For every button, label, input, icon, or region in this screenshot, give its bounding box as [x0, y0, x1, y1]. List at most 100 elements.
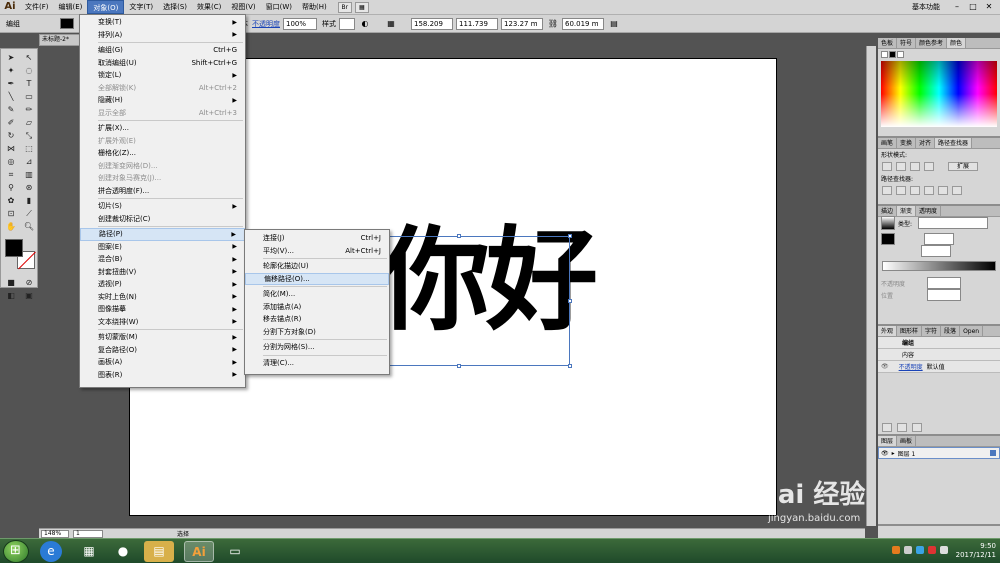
menu-item[interactable]: 图像描摹 ▶: [80, 303, 245, 316]
menu-item[interactable]: 图表(R) ▶: [80, 369, 245, 382]
tab-appearance_tabs-0[interactable]: 外观: [878, 326, 898, 336]
y-input[interactable]: 111.739: [456, 17, 498, 30]
menu-item[interactable]: 添加锚点(A): [245, 301, 389, 314]
crop-button[interactable]: [924, 186, 934, 195]
tab-color_tabs-2[interactable]: 颜色参考: [916, 38, 948, 48]
bridge-button[interactable]: Br: [337, 1, 352, 13]
menu-2[interactable]: 对象(O): [87, 0, 125, 14]
menu-item[interactable]: 清理(C)...: [245, 357, 389, 370]
menu-item[interactable]: 透视(P) ▶: [80, 278, 245, 291]
gradient-type-select[interactable]: [918, 217, 989, 229]
fill-color-swatch[interactable]: [5, 239, 23, 257]
menu-item[interactable]: 扩展(X)...: [80, 122, 245, 135]
zoom-field[interactable]: 148%: [41, 529, 69, 538]
menu-item[interactable]: 编组(G) Ctrl+G: [80, 44, 245, 57]
minus-front-button[interactable]: [896, 162, 906, 171]
shape-builder-tool-icon[interactable]: ◎: [3, 156, 19, 167]
tiles-taskbar-icon[interactable]: ▦: [74, 541, 104, 562]
tray-clock[interactable]: 9:50 2017/12/11: [956, 542, 996, 560]
menu-item[interactable]: 画板(A) ▶: [80, 356, 245, 369]
menu-0[interactable]: 文件(F): [20, 0, 54, 14]
tab-color_tabs-0[interactable]: 色板: [878, 38, 898, 48]
arrange-docs-button[interactable]: ▦: [354, 1, 369, 13]
fill-swatch[interactable]: [60, 18, 74, 29]
white-swatch[interactable]: [897, 51, 904, 58]
artboard-tool-icon[interactable]: ⊡: [3, 208, 19, 219]
transform-icon[interactable]: ▤: [608, 18, 620, 30]
add-stroke-icon[interactable]: [882, 423, 892, 432]
tab-pathfinder_tabs-3[interactable]: 路径查找器: [935, 138, 973, 148]
eyedropper-tool-icon[interactable]: ⚲: [3, 182, 19, 193]
draw-mode-icon[interactable]: ◧: [3, 290, 19, 301]
rotate-tool-icon[interactable]: ↻: [3, 130, 19, 141]
tab-layers_tabs-1[interactable]: 画板: [897, 436, 917, 446]
menu-item[interactable]: 切片(S) ▶: [80, 200, 245, 213]
width-input[interactable]: 123.27 m: [501, 17, 543, 30]
link-icon[interactable]: ⛓: [547, 18, 559, 30]
menu-item[interactable]: 取消编组(U) Shift+Ctrl+G: [80, 57, 245, 70]
gradient-tool-icon[interactable]: ▥: [21, 169, 37, 180]
menu-item[interactable]: 隐藏(H) ▶: [80, 94, 245, 107]
screen-mode-icon[interactable]: ▣: [21, 290, 37, 301]
slice-tool-icon[interactable]: ⟋: [21, 208, 37, 219]
unite-button[interactable]: [882, 162, 892, 171]
explorer-taskbar-icon[interactable]: ▤: [144, 541, 174, 562]
menu-item[interactable]: 简化(M)...: [245, 288, 389, 301]
gradient-opacity-field[interactable]: [927, 277, 961, 289]
minimize-button[interactable]: –: [950, 1, 964, 13]
tray-settings-icon[interactable]: [904, 546, 912, 554]
tab-gradient_tabs-1[interactable]: 渐变: [897, 206, 917, 216]
pen-tool-icon[interactable]: ✒: [3, 78, 19, 89]
tab-color_tabs-1[interactable]: 符号: [897, 38, 917, 48]
menu-item[interactable]: 分割为网格(S)...: [245, 341, 389, 354]
exclude-button[interactable]: [924, 162, 934, 171]
handle-bottom-center[interactable]: [457, 364, 461, 368]
color-mode-icon[interactable]: ■: [3, 277, 19, 288]
tab-appearance_tabs-4[interactable]: Open: [960, 326, 984, 336]
tab-appearance_tabs-1[interactable]: 图形样: [897, 326, 923, 336]
handle-middle-right[interactable]: [568, 299, 572, 303]
layer-eye-icon[interactable]: 👁︎: [881, 450, 889, 457]
zoom-tool-icon[interactable]: 🔍︎: [21, 221, 37, 232]
menu-item[interactable]: 文本绕排(W) ▶: [80, 316, 245, 329]
expand-button[interactable]: 扩展: [948, 162, 978, 171]
menu-item[interactable]: 偏移路径(O)...: [245, 272, 389, 285]
mesh-tool-icon[interactable]: ⌗: [3, 169, 19, 180]
hand-tool-icon[interactable]: ✋: [3, 221, 19, 232]
artboard-nav-field[interactable]: 1: [73, 529, 103, 538]
height-input[interactable]: 60.019 m: [562, 17, 604, 30]
color-spectrum[interactable]: [881, 61, 997, 127]
tab-pathfinder_tabs-2[interactable]: 对齐: [916, 138, 936, 148]
opacity-link[interactable]: 不透明度: [252, 19, 280, 29]
divide-button[interactable]: [882, 186, 892, 195]
menu-8[interactable]: 帮助(H): [297, 0, 332, 14]
fill-stroke-control[interactable]: [3, 239, 35, 273]
tab-appearance_tabs-3[interactable]: 段落: [941, 326, 961, 336]
workspace-switcher[interactable]: 基本功能: [912, 2, 940, 12]
menu-item[interactable]: 拼合透明度(F)...: [80, 185, 245, 198]
menu-7[interactable]: 窗口(W): [261, 0, 297, 14]
maximize-button[interactable]: □: [966, 1, 980, 13]
magic-wand-tool-icon[interactable]: ✦: [3, 65, 19, 76]
type-tool-icon[interactable]: T: [21, 78, 37, 89]
x-input[interactable]: 158.209: [411, 17, 453, 30]
tab-gradient_tabs-0[interactable]: 描边: [878, 206, 898, 216]
menu-item[interactable]: 轮廓化描边(U): [245, 260, 389, 273]
tab-pathfinder_tabs-1[interactable]: 变换: [897, 138, 917, 148]
layer-target-icon[interactable]: [990, 450, 996, 456]
menu-item[interactable]: 图案(E) ▶: [80, 241, 245, 254]
scale-tool-icon[interactable]: ⤡: [21, 130, 37, 141]
menu-item[interactable]: 实时上色(N) ▶: [80, 291, 245, 304]
menu-6[interactable]: 视图(V): [226, 0, 260, 14]
start-button[interactable]: [3, 540, 29, 563]
tray-network-icon[interactable]: [916, 546, 924, 554]
menu-item[interactable]: 路径(P) ▶: [80, 228, 245, 241]
brush-tool-icon[interactable]: ✎: [3, 104, 19, 115]
menu-item[interactable]: 复合路径(O) ▶: [80, 344, 245, 357]
align-icon[interactable]: ▦: [385, 18, 397, 30]
none-swatch[interactable]: [881, 51, 888, 58]
menu-item[interactable]: 排列(A) ▶: [80, 29, 245, 42]
pencil-tool-icon[interactable]: ✏: [21, 104, 37, 115]
symbol-sprayer-tool-icon[interactable]: ✿: [3, 195, 19, 206]
window-taskbar-icon[interactable]: ▭: [220, 541, 250, 562]
